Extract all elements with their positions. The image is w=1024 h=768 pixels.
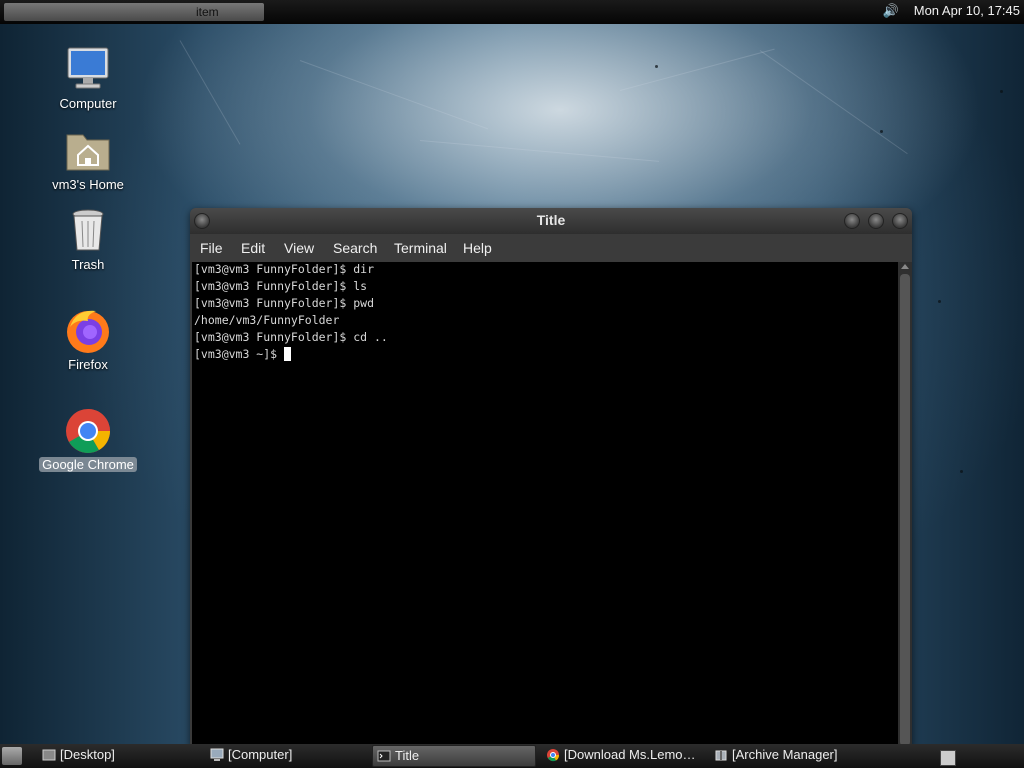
texture-scratch	[619, 48, 775, 91]
desktop-icon-home[interactable]: vm3's Home	[33, 127, 143, 192]
menu-view[interactable]: View	[284, 240, 314, 256]
menu-file[interactable]: File	[200, 240, 223, 256]
terminal-prompt-line[interactable]: [vm3@vm3 ~]$	[194, 347, 292, 361]
show-desktop-button[interactable]	[2, 747, 22, 765]
task-terminal[interactable]: Title	[372, 745, 536, 767]
minimize-button[interactable]	[844, 213, 860, 229]
menu-edit[interactable]: Edit	[241, 240, 265, 256]
texture-scratch	[759, 50, 908, 155]
firefox-icon	[64, 307, 112, 355]
menu-terminal[interactable]: Terminal	[394, 240, 447, 256]
menu-help[interactable]: Help	[463, 240, 492, 256]
trash-icon	[64, 207, 112, 255]
texture-speck	[960, 470, 963, 473]
terminal-line: /home/vm3/FunnyFolder	[194, 313, 340, 327]
desktop-icon-label: Computer	[59, 96, 117, 111]
texture-speck	[1000, 90, 1003, 93]
task-label: Title	[395, 748, 420, 763]
desktop-icon-computer[interactable]: Computer	[33, 46, 143, 111]
texture-speck	[655, 65, 658, 68]
maximize-button[interactable]	[868, 213, 884, 229]
terminal-prompt: [vm3@vm3 ~]$	[194, 347, 285, 361]
task-label: [Computer]	[228, 747, 293, 762]
text-cursor	[284, 347, 292, 361]
applications-menu[interactable]: item	[4, 3, 264, 21]
task-chrome-download[interactable]: [Download Ms.Lemo…	[542, 745, 706, 767]
task-desktop[interactable]: [Desktop]	[38, 745, 198, 767]
desktop-icon-label: Firefox	[68, 357, 108, 372]
clock[interactable]: Mon Apr 10, 17:45	[914, 0, 1020, 24]
chrome-icon	[64, 407, 112, 455]
desktop-icon-chrome[interactable]: Google Chrome	[33, 407, 143, 472]
terminal-line: [vm3@vm3 FunnyFolder]$ dir	[194, 262, 375, 276]
task-label: [Archive Manager]	[732, 747, 838, 762]
terminal-output[interactable]: [vm3@vm3 FunnyFolder]$ dir [vm3@vm3 Funn…	[192, 262, 898, 748]
desktop-icon-label: Trash	[71, 257, 105, 272]
task-computer[interactable]: [Computer]	[206, 745, 366, 767]
desktop-icon-firefox[interactable]: Firefox	[33, 307, 143, 372]
top-panel: item 🔊 Mon Apr 10, 17:45	[0, 0, 1024, 24]
desktop-icon-label: Google Chrome	[39, 457, 137, 472]
texture-scratch	[179, 40, 241, 145]
home-folder-icon	[64, 127, 112, 175]
bottom-panel: [Desktop] [Computer] Title [Download Ms.…	[0, 744, 1024, 768]
texture-speck	[938, 300, 941, 303]
scrollbar-thumb[interactable]	[900, 274, 910, 746]
desktop-icon	[42, 749, 56, 761]
close-button[interactable]	[892, 213, 908, 229]
terminal-window[interactable]: Title File Edit View Search Terminal Hel…	[190, 208, 912, 748]
workspace-switcher[interactable]	[940, 750, 956, 766]
chrome-icon	[547, 749, 560, 762]
texture-scratch	[419, 140, 660, 162]
texture-speck	[880, 130, 883, 133]
archive-icon	[715, 750, 727, 761]
task-label: [Download Ms.Lemo…	[564, 747, 696, 762]
task-label: [Desktop]	[60, 747, 115, 762]
terminal-titlebar[interactable]: Title	[190, 208, 912, 234]
volume-icon[interactable]: 🔊	[880, 4, 902, 20]
scroll-up-arrow-icon[interactable]	[901, 264, 909, 269]
menu-search[interactable]: Search	[333, 240, 377, 256]
computer-icon	[64, 46, 112, 94]
terminal-line: [vm3@vm3 FunnyFolder]$ cd ..	[194, 330, 388, 344]
terminal-icon	[377, 750, 391, 762]
desktop-icon-label: vm3's Home	[52, 177, 124, 192]
terminal-menubar: File Edit View Search Terminal Help	[190, 234, 912, 262]
terminal-scrollbar[interactable]	[898, 262, 912, 748]
terminal-line: [vm3@vm3 FunnyFolder]$ pwd	[194, 296, 375, 310]
texture-scratch	[299, 60, 489, 130]
window-title: Title	[536, 212, 566, 228]
computer-icon	[210, 748, 224, 761]
task-archive-manager[interactable]: [Archive Manager]	[710, 745, 880, 767]
desktop-icon-trash[interactable]: Trash	[33, 207, 143, 272]
terminal-line: [vm3@vm3 FunnyFolder]$ ls	[194, 279, 368, 293]
menu-fragment-text: item	[196, 5, 219, 19]
